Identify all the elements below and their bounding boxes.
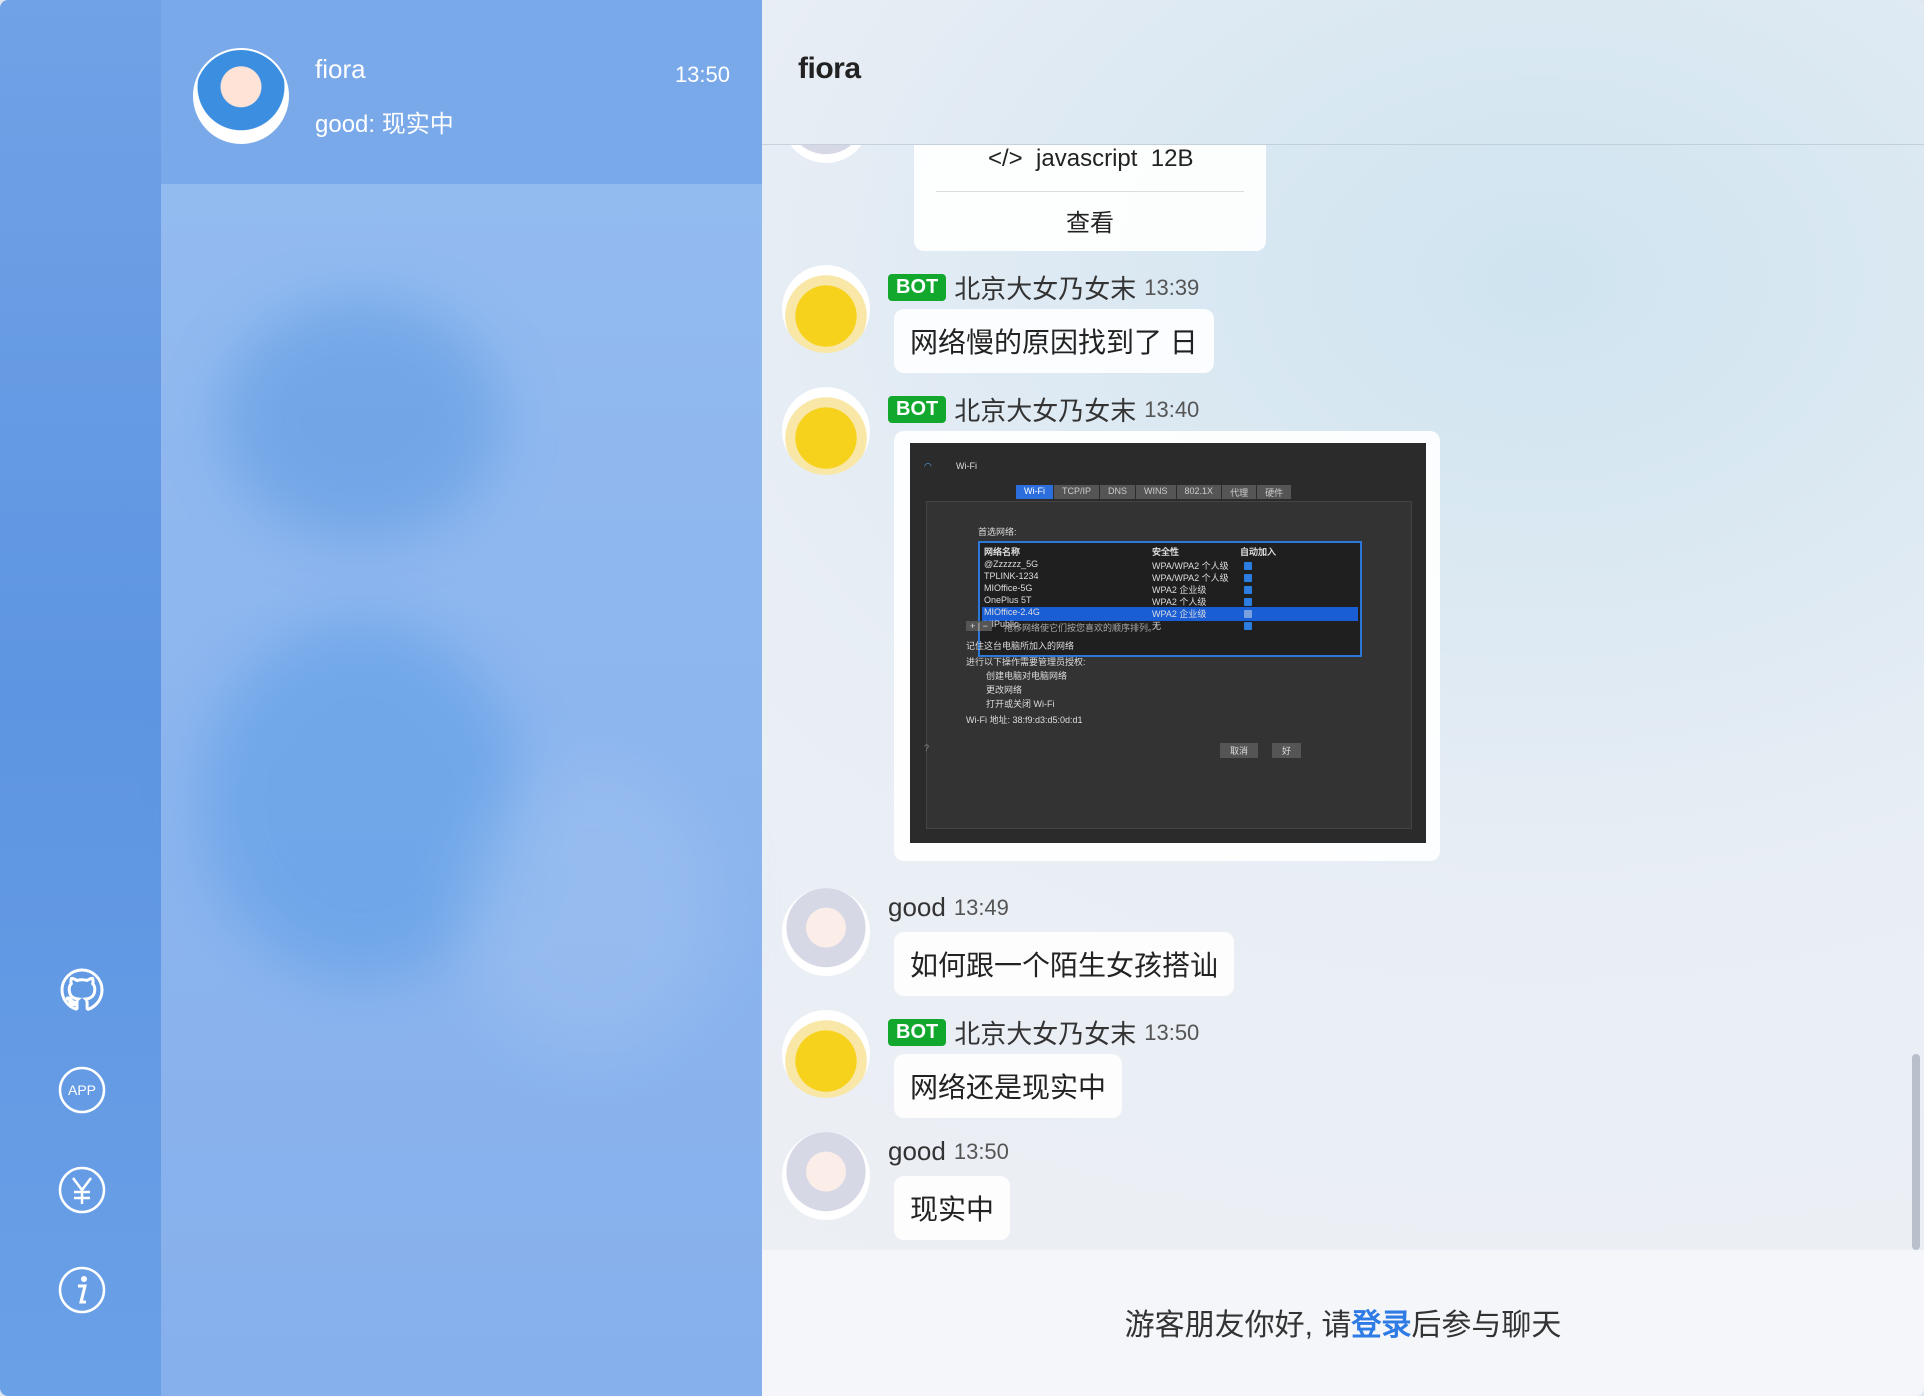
image-cell: MIOffice-5G	[984, 583, 1033, 593]
app-label: APP	[68, 1082, 96, 1098]
message-bubble: 网络还是现实中	[894, 1054, 1123, 1118]
linkman-preview: good: 现实中	[315, 111, 454, 138]
wifi-icon: ◠	[924, 461, 932, 471]
image-window-title: Wi-Fi	[956, 461, 977, 471]
checkbox-icon	[1244, 622, 1252, 630]
reward-icon[interactable]	[56, 1164, 108, 1216]
image-option: 打开或关闭 Wi-Fi	[986, 699, 1055, 709]
app-download-icon[interactable]: APP	[56, 1064, 108, 1116]
linkman-name: fiora	[315, 54, 366, 84]
message-bubble: 现实中	[894, 1176, 1011, 1240]
code-card[interactable]: </> javascript 12B 查看	[914, 145, 1266, 251]
login-prompt-text: 游客朋友你好, 请登录后参与聊天	[762, 1300, 1924, 1344]
image-tabs: Wi-Fi TCP/IP DNS WINS 802.1X 代理 硬件	[1016, 485, 1292, 499]
avatar[interactable]	[782, 888, 870, 976]
view-code-button[interactable]: 查看	[914, 203, 1266, 238]
image-message[interactable]: ◠ Wi-Fi Wi-Fi TCP/IP DNS WINS 802.1X 代理 …	[894, 431, 1440, 861]
message-nickname: 北京大女乃女末	[954, 1019, 1137, 1049]
image-table-header: 网络名称 安全性 自动加入	[982, 545, 1358, 559]
linkman-list: fiora 13:50 good: 现实中	[161, 0, 762, 1396]
image-option: 更改网络	[986, 685, 1023, 695]
image-cell: @Zzzzzz_5G	[984, 559, 1039, 569]
image-ok: 好	[1272, 743, 1302, 758]
background-blur	[461, 760, 721, 1060]
message-meta: BOT 北京大女乃女末 13:50	[888, 1014, 1199, 1051]
github-icon[interactable]	[56, 964, 108, 1016]
image-section-label: 首选网络:	[978, 527, 1017, 537]
checkbox-icon	[1244, 586, 1252, 594]
image-address: Wi-Fi 地址: 38:f9:d3:d5:0d:d1	[966, 715, 1083, 725]
code-info: </> javascript 12B	[988, 145, 1193, 173]
chat-panel: fiora </> javascript 12B 查看 BOT 北京大女乃女末 …	[762, 0, 1924, 1396]
message-meta: BOT 北京大女乃女末 13:39	[888, 269, 1199, 306]
message-time: 13:49	[953, 894, 1009, 920]
app-window: APP fiora 13:50 good: 现实中 fiora </> java…	[0, 0, 1924, 1396]
message-nickname: good	[888, 892, 946, 922]
bot-badge: BOT	[888, 1019, 947, 1046]
message-time: 13:39	[1144, 274, 1200, 300]
message-nickname: 北京大女乃女末	[954, 396, 1137, 426]
checkbox-icon	[1244, 610, 1252, 618]
image-col: 自动加入	[1240, 547, 1277, 557]
chat-title: fiora	[798, 52, 861, 85]
login-link[interactable]: 登录	[1351, 1309, 1411, 1342]
image-tab: WINS	[1136, 485, 1176, 499]
image-cell: OnePlus 5T	[984, 595, 1032, 605]
linkman-time: 13:50	[674, 62, 730, 87]
linkman-item-fiora[interactable]: fiora 13:50 good: 现实中	[161, 0, 762, 184]
avatar[interactable]	[782, 387, 870, 475]
image-tab: Wi-Fi	[1016, 485, 1053, 499]
divider	[936, 191, 1244, 192]
login-prompt: 游客朋友你好, 请登录后参与聊天	[762, 1250, 1924, 1396]
prompt-suffix: 后参与聊天	[1411, 1309, 1562, 1342]
chat-header: fiora	[762, 0, 1924, 145]
group-avatar	[193, 48, 289, 144]
message-list[interactable]: </> javascript 12B 查看 BOT 北京大女乃女末 13:39 …	[762, 145, 1924, 1251]
image-hint: 拖移网络使它们按您喜欢的顺序排列。	[1004, 623, 1158, 633]
checkbox-icon	[1244, 598, 1252, 606]
scrollbar[interactable]	[1912, 1054, 1920, 1250]
message-bubble: 如何跟一个陌生女孩搭讪	[894, 932, 1235, 996]
image-cell: TPLINK-1234	[984, 571, 1039, 581]
code-size: 12B	[1150, 145, 1194, 172]
image-admin: 进行以下操作需要管理员授权:	[966, 657, 1086, 667]
background-blur	[221, 300, 501, 540]
message-bubble: 网络慢的原因找到了 日	[894, 309, 1214, 373]
message-meta: good 13:49	[888, 892, 1009, 923]
code-icon: </>	[988, 145, 1023, 172]
about-icon[interactable]	[56, 1264, 108, 1316]
image-remember: 记住这台电脑所加入的网络	[966, 641, 1075, 651]
checkbox-icon	[1244, 574, 1252, 582]
avatar[interactable]	[782, 265, 870, 353]
bot-badge: BOT	[888, 274, 947, 301]
sidebar: APP	[0, 0, 161, 1396]
image-tab: 硬件	[1257, 485, 1292, 499]
image-add-remove: + | −	[966, 621, 992, 631]
message-time: 13:40	[1144, 396, 1200, 422]
image-tab: 802.1X	[1176, 485, 1222, 499]
message-time: 13:50	[1144, 1019, 1200, 1045]
help-icon: ?	[924, 743, 930, 753]
message-nickname: 北京大女乃女末	[954, 274, 1137, 304]
image-tab: TCP/IP	[1054, 485, 1100, 499]
message-meta: BOT 北京大女乃女末 13:40	[888, 391, 1199, 428]
image-cancel: 取消	[1220, 743, 1259, 758]
message-meta: good 13:50	[888, 1136, 1009, 1167]
image-tab: DNS	[1100, 485, 1136, 499]
avatar	[782, 145, 870, 163]
bot-badge: BOT	[888, 396, 947, 423]
code-language: javascript	[1036, 145, 1138, 172]
prompt-prefix: 游客朋友你好, 请	[1124, 1309, 1352, 1342]
wifi-screenshot-image: ◠ Wi-Fi Wi-Fi TCP/IP DNS WINS 802.1X 代理 …	[910, 443, 1426, 843]
image-cell: MIOffice-2.4G	[984, 607, 1040, 617]
message-nickname: good	[888, 1136, 946, 1166]
checkbox-icon	[1244, 562, 1252, 570]
message-time: 13:50	[953, 1138, 1009, 1164]
image-tab: 代理	[1222, 485, 1257, 499]
image-option: 创建电脑对电脑网络	[986, 671, 1068, 681]
avatar[interactable]	[782, 1010, 870, 1098]
avatar[interactable]	[782, 1132, 870, 1220]
image-col: 网络名称	[984, 547, 1021, 557]
image-col: 安全性	[1152, 547, 1180, 557]
